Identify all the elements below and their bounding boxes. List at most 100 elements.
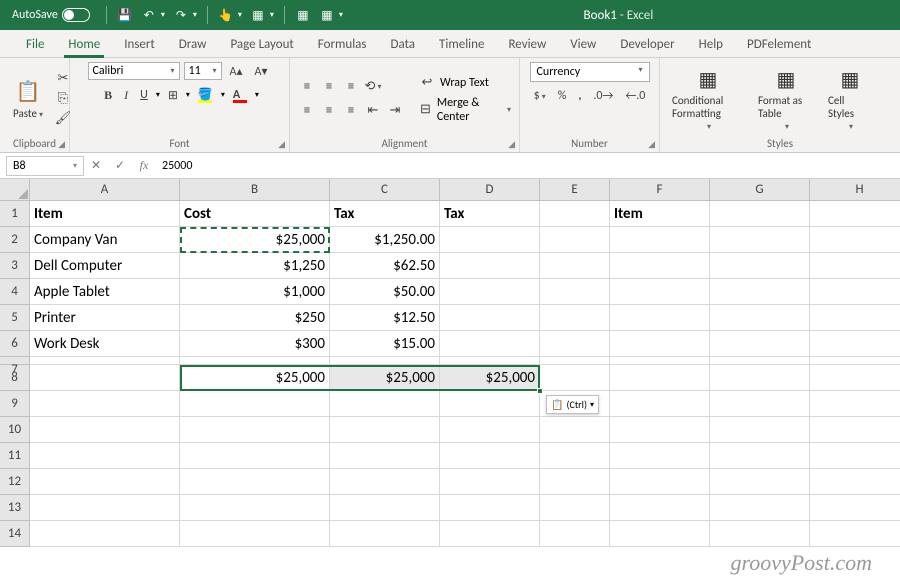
qat-icon-3[interactable]: ▦ [319,7,335,23]
cell-E11[interactable] [540,443,610,469]
cell-H7[interactable] [810,357,900,365]
tab-timeline[interactable]: Timeline [427,31,496,57]
cancel-icon[interactable]: ✕ [84,158,108,173]
cell-H10[interactable] [810,417,900,443]
cell-G4[interactable] [710,279,810,305]
cell-B7[interactable] [180,357,330,365]
row-header-13[interactable]: 13 [0,495,30,521]
cell-G8[interactable] [710,365,810,391]
increase-decimal-button[interactable]: .0→ [589,88,617,104]
cell-B8[interactable]: $25,000 [180,365,330,391]
align-top-icon[interactable]: ≡ [298,78,316,96]
cell-G9[interactable] [710,391,810,417]
border-button[interactable]: ⊞ [164,87,182,104]
cell-E7[interactable] [540,357,610,365]
tab-home[interactable]: Home [56,31,112,57]
cell-B14[interactable] [180,521,330,547]
cell-C13[interactable] [330,495,440,521]
tab-page-layout[interactable]: Page Layout [218,31,305,57]
underline-button[interactable]: U [136,87,152,103]
cell-D1[interactable]: Tax [440,201,540,227]
cell-F4[interactable] [610,279,710,305]
cell-A9[interactable] [30,391,180,417]
cell-B2[interactable]: $25,000 [180,227,330,253]
bold-button[interactable]: B [100,87,116,104]
redo-icon[interactable]: ↷ [173,7,189,23]
cell-A6[interactable]: Work Desk [30,331,180,357]
decrease-font-icon[interactable]: A▾ [251,63,272,80]
tab-developer[interactable]: Developer [608,31,686,57]
accounting-format-button[interactable]: $ [530,88,550,104]
tab-help[interactable]: Help [687,31,735,57]
row-header-8[interactable]: 8 [0,365,30,391]
row-header-11[interactable]: 11 [0,443,30,469]
col-header-B[interactable]: B [180,179,330,201]
merge-center-button[interactable]: ⊟Merge & Center [418,96,511,124]
cell-B10[interactable] [180,417,330,443]
cell-F8[interactable] [610,365,710,391]
cell-E8[interactable] [540,365,610,391]
cell-A4[interactable]: Apple Tablet [30,279,180,305]
cell-C4[interactable]: $50.00 [330,279,440,305]
cell-D2[interactable] [440,227,540,253]
cell-F12[interactable] [610,469,710,495]
tab-file[interactable]: File [14,31,56,57]
cell-H6[interactable] [810,331,900,357]
cell-F2[interactable] [610,227,710,253]
tab-review[interactable]: Review [496,31,558,57]
toggle-off-icon[interactable] [62,8,90,22]
cell-A13[interactable] [30,495,180,521]
cell-H5[interactable] [810,305,900,331]
cell-A5[interactable]: Printer [30,305,180,331]
cell-F13[interactable] [610,495,710,521]
cell-D5[interactable] [440,305,540,331]
cell-E3[interactable] [540,253,610,279]
percent-button[interactable]: % [554,88,571,104]
font-size-select[interactable]: 11 [184,62,222,80]
cell-B3[interactable]: $1,250 [180,253,330,279]
cell-F10[interactable] [610,417,710,443]
cell-B1[interactable]: Cost [180,201,330,227]
italic-button[interactable]: I [120,87,132,104]
cell-G3[interactable] [710,253,810,279]
increase-font-icon[interactable]: A▴ [226,63,247,80]
cell-F3[interactable] [610,253,710,279]
comma-button[interactable]: , [574,88,585,104]
cell-E12[interactable] [540,469,610,495]
cell-E2[interactable] [540,227,610,253]
cell-E4[interactable] [540,279,610,305]
cell-H14[interactable] [810,521,900,547]
spreadsheet-grid[interactable]: ABCDEFGH 1234567891011121314 ItemCostTax… [0,179,900,201]
undo-icon[interactable]: ↶ [141,7,157,23]
cell-G7[interactable] [710,357,810,365]
cell-E5[interactable] [540,305,610,331]
paste-options-button[interactable]: 📋 (Ctrl) ▾ [546,395,599,414]
cell-C3[interactable]: $62.50 [330,253,440,279]
row-header-3[interactable]: 3 [0,253,30,279]
cell-G1[interactable] [710,201,810,227]
tab-formulas[interactable]: Formulas [306,31,379,57]
decrease-decimal-button[interactable]: ←.0 [621,88,649,104]
cell-B4[interactable]: $1,000 [180,279,330,305]
col-header-C[interactable]: C [330,179,440,201]
cell-G13[interactable] [710,495,810,521]
cell-H8[interactable] [810,365,900,391]
col-header-D[interactable]: D [440,179,540,201]
row-header-5[interactable]: 5 [0,305,30,331]
cell-H9[interactable] [810,391,900,417]
wrap-text-button[interactable]: ↩Wrap Text [418,74,511,92]
align-right-icon[interactable]: ≡ [342,102,360,120]
cell-C8[interactable]: $25,000 [330,365,440,391]
cell-G12[interactable] [710,469,810,495]
cell-D12[interactable] [440,469,540,495]
cell-styles-button[interactable]: ▦ Cell Styles [824,65,876,131]
formula-input[interactable]: 25000 [156,157,900,175]
save-icon[interactable]: 💾 [117,7,133,23]
qat-icon-2[interactable]: ▦ [295,7,311,23]
cell-G2[interactable] [710,227,810,253]
cell-C11[interactable] [330,443,440,469]
cell-C5[interactable]: $12.50 [330,305,440,331]
cell-G10[interactable] [710,417,810,443]
cell-A8[interactable] [30,365,180,391]
align-center-icon[interactable]: ≡ [320,102,338,120]
